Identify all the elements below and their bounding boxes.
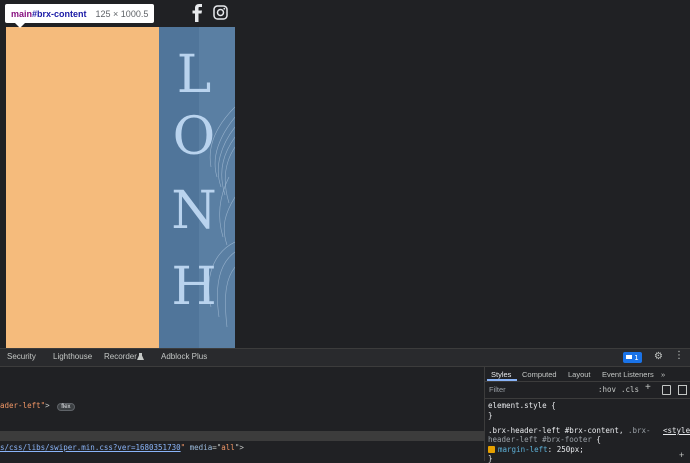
rule-open-brace: { (596, 435, 601, 444)
tooltip-tag: main (11, 8, 33, 19)
issues-badge[interactable]: 1 (623, 352, 642, 363)
css-declaration-margin-left[interactable]: margin-left: 250px; (488, 445, 584, 454)
more-options-icon[interactable]: ⋮ (674, 351, 684, 361)
selector-muted-1: .brx- (627, 426, 651, 435)
instagram-icon[interactable] (213, 5, 228, 20)
css-rule-close: } (488, 454, 493, 463)
tooltip-id: #brx-content (32, 8, 87, 19)
tag-close: > (45, 401, 50, 410)
tab-recorder[interactable]: Recorder (104, 352, 137, 361)
hero-letter-3: N (171, 181, 217, 241)
rendering-emulation-icon[interactable] (662, 385, 671, 395)
quote-close: " (180, 443, 186, 452)
element-style-rule[interactable]: element.style { (488, 401, 556, 410)
element-style-close: } (488, 411, 493, 420)
css-rule-selector[interactable]: .brx-header-left #brx-content, .brx- (488, 426, 651, 435)
subtab-computed[interactable]: Computed (522, 370, 557, 379)
declaration-value[interactable]: 250px (557, 445, 580, 454)
hero-letter-4: H (171, 257, 217, 317)
subtab-overflow[interactable]: » (661, 370, 665, 379)
subtab-layout[interactable]: Layout (568, 370, 591, 379)
declaration-property: margin-left (498, 445, 548, 454)
facebook-icon[interactable] (191, 4, 203, 22)
hero-image: L O N H (159, 27, 235, 348)
selected-row-highlight (0, 431, 484, 441)
hov-toggle[interactable]: :hov (598, 385, 616, 394)
media-attr: media (189, 443, 213, 452)
media-eq: =" (212, 443, 222, 452)
active-subtab-indicator (487, 379, 517, 381)
styles-subtabs: Styles Computed Layout Event Listeners » (485, 367, 690, 382)
css-rule-selector-cont: header-left #brx-footer { (488, 435, 601, 444)
dom-node-header-left[interactable]: ader-left"> flex (0, 401, 75, 411)
hero-letter-2: O (172, 107, 216, 167)
attr-value-fragment: ader-left" (0, 401, 46, 410)
add-declaration-plus-icon[interactable]: + (679, 451, 684, 460)
hero-letter-1: L (176, 45, 212, 105)
declaration-semicolon: ; (579, 445, 584, 454)
flask-icon (137, 353, 144, 360)
devtools-tabbar: Security Lighthouse Recorder Adblock Plu… (0, 349, 690, 367)
new-rule-plus-icon[interactable]: + (645, 383, 651, 393)
selector-muted-2: header-left #brx-footer (488, 435, 592, 444)
element-inspect-tooltip: main #brx-content 125 × 1000.5 (5, 4, 155, 28)
media-value: all (221, 443, 235, 452)
declaration-colon: : (547, 445, 553, 454)
flex-badge[interactable]: flex (57, 403, 75, 411)
subtab-event-listeners[interactable]: Event Listeners (602, 370, 654, 379)
tab-adblock-plus[interactable]: Adblock Plus (161, 352, 207, 361)
styles-filter-input[interactable]: Filter (489, 385, 506, 394)
subtab-styles[interactable]: Styles (491, 370, 511, 379)
page-viewport: L O N H main #brx-content 125 × 1000.5 (0, 0, 690, 348)
settings-gear-icon[interactable]: ⚙ (654, 352, 663, 362)
rule-source-link[interactable]: <style> (663, 426, 690, 435)
cls-toggle[interactable]: .cls (621, 385, 639, 394)
selector-active: .brx-header-left #brx-content, (488, 426, 624, 435)
declaration-checkbox[interactable] (488, 446, 495, 453)
devtools-panel: Security Lighthouse Recorder Adblock Plu… (0, 348, 690, 463)
tab-security[interactable]: Security (7, 352, 36, 361)
tab-lighthouse[interactable]: Lighthouse (53, 352, 92, 361)
message-icon (626, 355, 633, 359)
elements-tree: ader-left"> flex s/css/libs/swiper.min.c… (0, 367, 484, 461)
media-close: "> (234, 443, 244, 452)
dom-node-link-stylesheet[interactable]: s/css/libs/swiper.min.css?ver=1680351730… (0, 443, 244, 452)
computed-sidebar-icon[interactable] (678, 385, 687, 395)
styles-sidebar: Styles Computed Layout Event Listeners »… (484, 367, 690, 463)
styles-filter-row: Filter :hov .cls + (485, 382, 690, 399)
stylesheet-link[interactable]: s/css/libs/swiper.min.css?ver=1680351730 (0, 443, 181, 452)
orange-block (6, 27, 159, 348)
issues-count: 1 (634, 353, 639, 362)
tooltip-dimensions: 125 × 1000.5 (95, 8, 149, 19)
